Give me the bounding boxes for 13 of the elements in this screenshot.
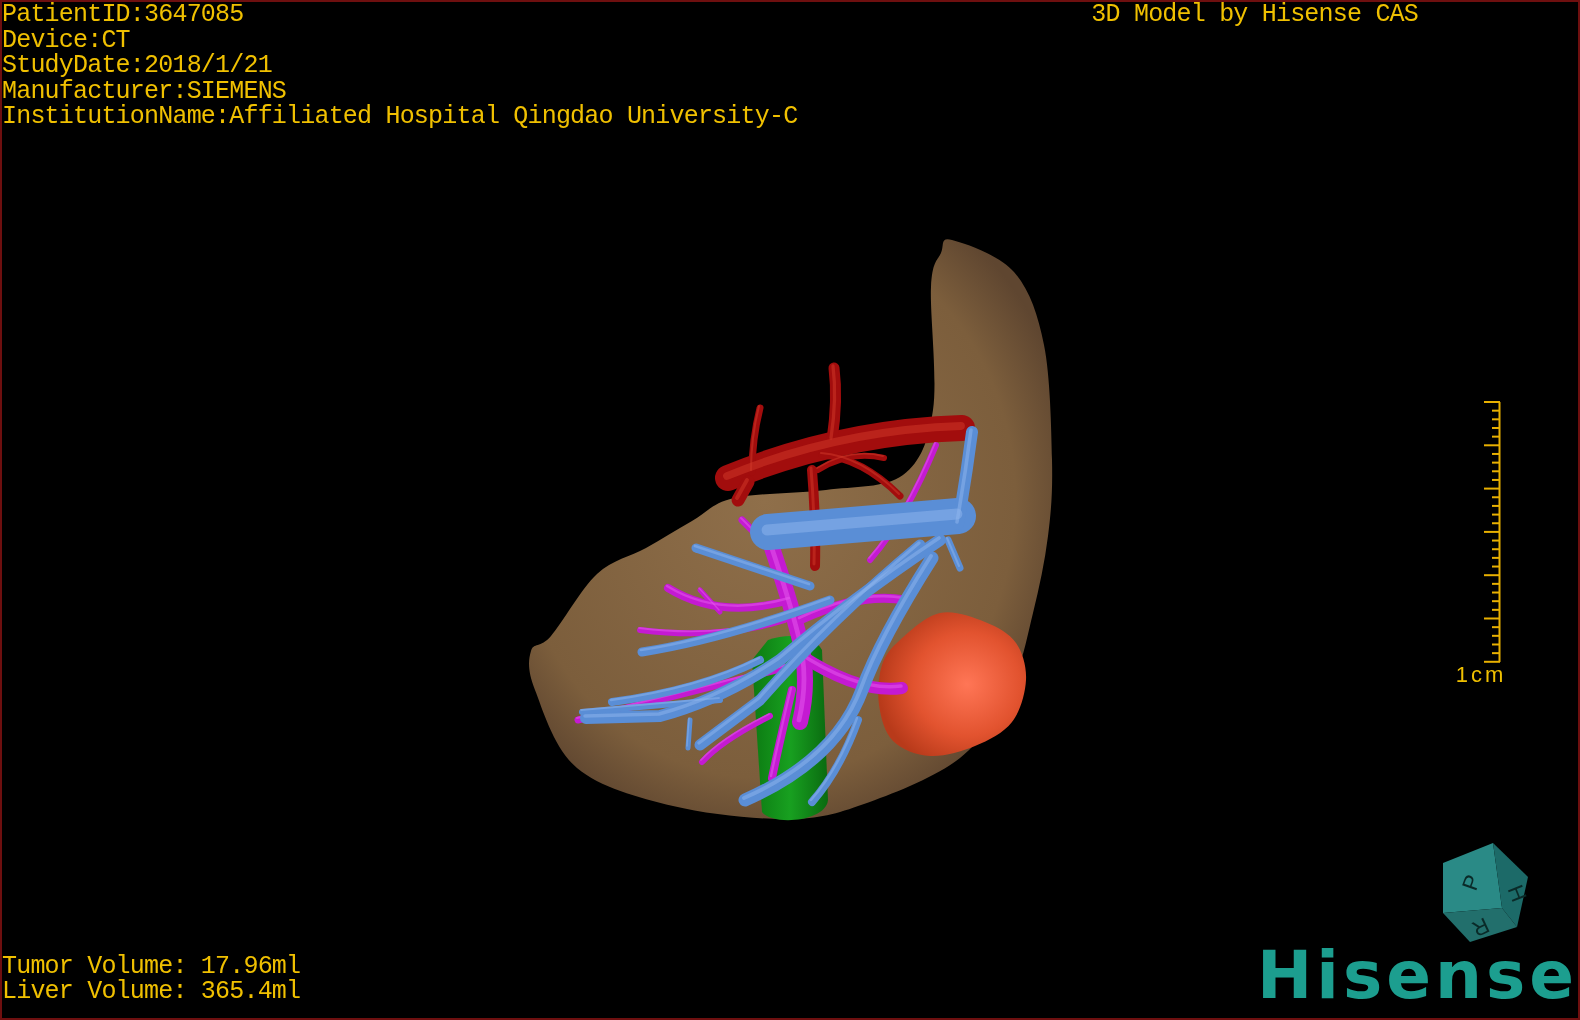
cube-face-label: P <box>1456 872 1486 894</box>
model-credit-text: 3D Model by Hisense CAS <box>1091 2 1418 28</box>
patient-info-line: Manufacturer:SIEMENS <box>2 78 287 105</box>
patient-info-line: PatientID:3647085 <box>2 2 245 28</box>
patient-info-line: Device:CT <box>2 27 130 54</box>
volume-reading: Tumor Volume: 17.96ml <box>2 953 301 980</box>
patient-info-line: InstitutionName:Affiliated Hospital Qingdao University-C <box>2 104 798 130</box>
patient-info-line: StudyDate:2018/1/21 <box>2 53 272 79</box>
scale-label: 1cm <box>1455 662 1507 687</box>
cube-face-label: R <box>1468 912 1494 942</box>
volume-reading: Liver Volume: 365.4ml <box>2 979 301 1005</box>
logo-wordmark: Hisense <box>1257 944 1578 1008</box>
cube-face-label: H <box>1502 881 1529 905</box>
